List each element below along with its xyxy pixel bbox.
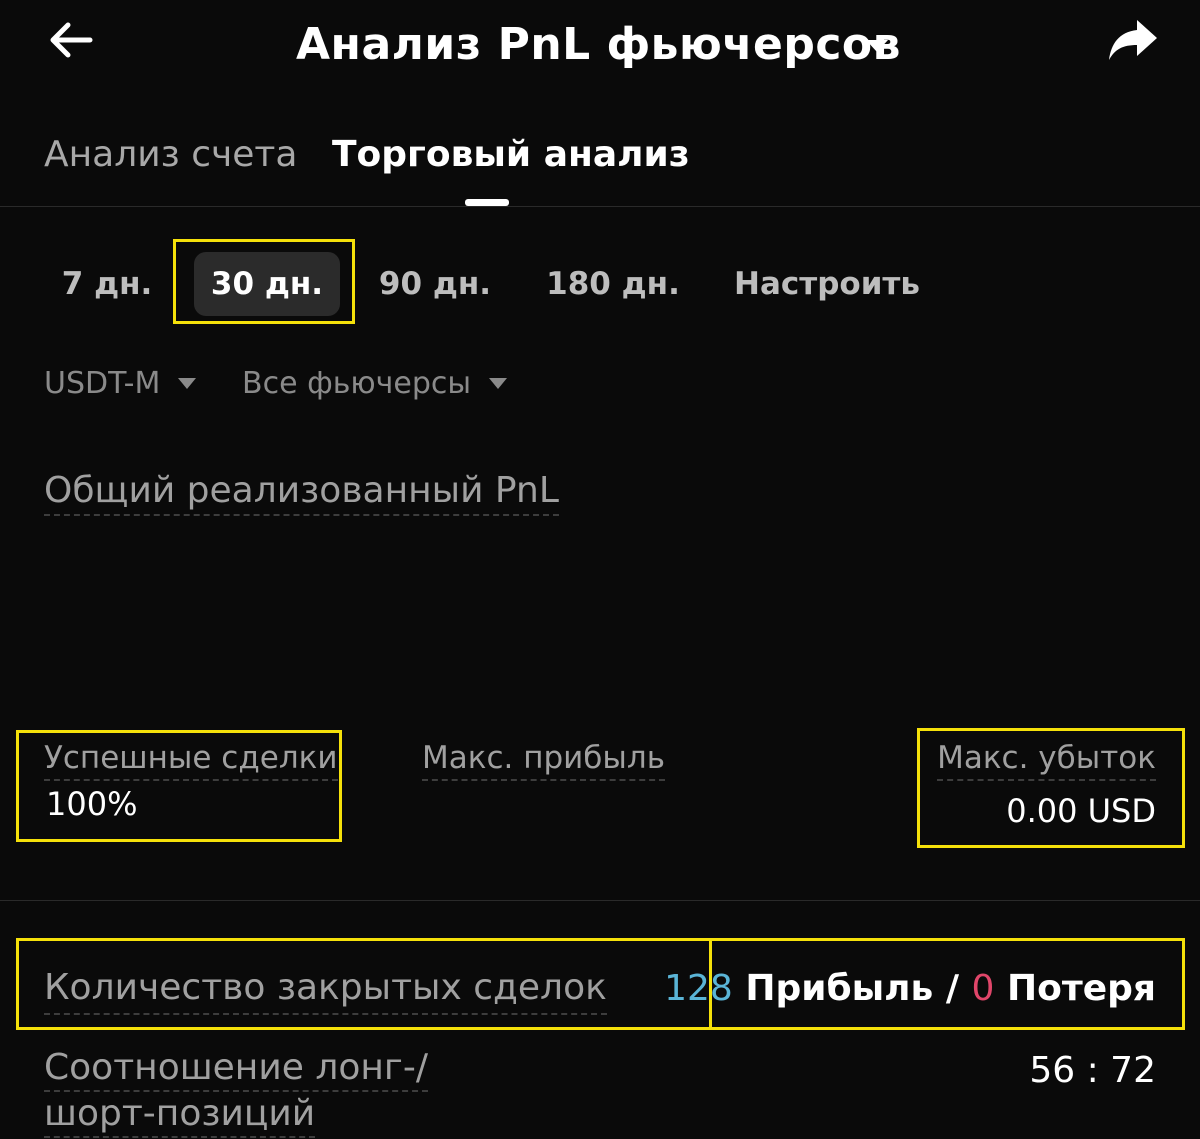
profit-count: 128 [664,968,733,1009]
stats-divider [0,900,1200,901]
long-short-ratio-value: 56 : 72 [1029,1050,1156,1091]
margin-type-dropdown[interactable]: USDT-M [44,360,197,406]
win-rate-value: 100% [46,785,138,823]
active-tab-indicator [465,199,509,206]
period-90d[interactable]: 90 дн. [372,252,498,316]
caret-down-icon [489,377,508,389]
back-arrow-icon [50,22,93,58]
loss-count: 0 [971,968,995,1009]
closed-trades-label[interactable]: Количество закрытых сделок [44,966,607,1015]
share-icon [1109,20,1157,60]
period-30d[interactable]: 30 дн. [194,252,340,316]
margin-type-label: USDT-M [44,365,161,401]
page-title[interactable]: Анализ PnL фьючерсов [296,14,901,74]
share-button[interactable] [1100,10,1166,70]
max-loss-value: 0.00 USD [1006,792,1156,830]
profit-label: Прибыль / [732,968,972,1009]
loss-label: Потеря [994,968,1156,1009]
max-loss-label[interactable]: Макс. убыток [937,740,1156,781]
period-custom[interactable]: Настроить [730,252,924,316]
tab-trading-analysis[interactable]: Торговый анализ [332,126,690,182]
period-180d[interactable]: 180 дн. [540,252,686,316]
contracts-label: Все фьючерсы [242,365,472,401]
back-button[interactable] [40,12,100,68]
win-rate-label[interactable]: Успешные сделки [44,740,338,781]
long-short-label-line2: шорт-позиций [44,1092,316,1138]
max-profit-label[interactable]: Макс. прибыль [422,740,665,781]
contracts-dropdown[interactable]: Все фьючерсы [242,360,508,406]
caret-down-icon [178,377,197,389]
long-short-label-line1: Соотношение лонг-/ [44,1046,428,1092]
long-short-ratio-label[interactable]: Соотношение лонг-/ шорт-позиций [44,1046,428,1138]
closed-trades-value: 128 Прибыль / 0 Потеря [664,968,1156,1009]
period-7d[interactable]: 7 дн. [54,252,160,316]
caret-down-icon[interactable] [862,30,892,60]
tab-account-analysis[interactable]: Анализ счета [44,126,297,182]
tabs-divider [0,206,1200,207]
total-realized-pnl-title[interactable]: Общий реализованный PnL [44,470,559,516]
